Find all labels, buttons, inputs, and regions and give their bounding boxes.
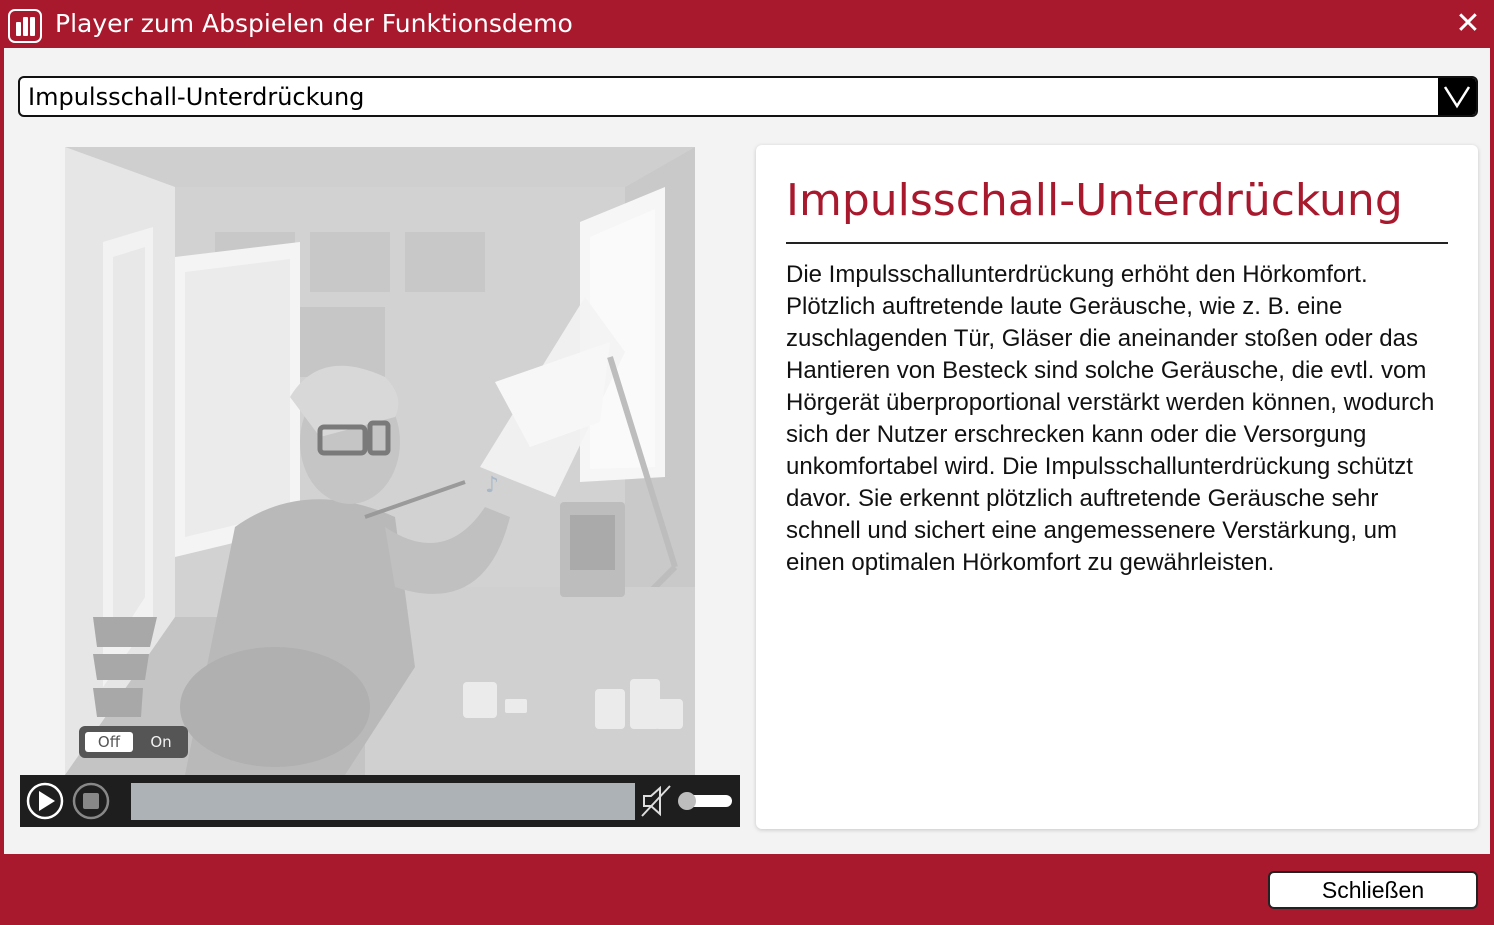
playback-progress-bar[interactable] xyxy=(131,783,635,820)
close-button[interactable]: Schließen xyxy=(1268,871,1478,909)
feature-info-card: Impulsschall-Unterdrückung Die Impulssch… xyxy=(756,145,1478,829)
media-player-bar xyxy=(20,775,740,827)
window-title: Player zum Abspielen der Funktionsdemo xyxy=(55,9,573,38)
feature-heading: Impulsschall-Unterdrückung xyxy=(786,175,1403,226)
impulse-toggle[interactable]: Off On xyxy=(79,726,188,758)
feature-select[interactable]: Impulsschall-Unterdrückung xyxy=(18,76,1478,117)
bar-chart-icon xyxy=(8,9,42,43)
play-icon[interactable] xyxy=(26,782,64,820)
content-area: Impulsschall-Unterdrückung ♪ Off On Impu… xyxy=(4,48,1490,854)
toggle-on-option[interactable]: On xyxy=(139,732,183,752)
close-icon[interactable]: ✕ xyxy=(1454,8,1482,40)
player-window: Player zum Abspielen der Funktionsdemo ✕… xyxy=(0,0,1494,925)
feature-description: Die Impulsschallunterdrückung erhöht den… xyxy=(786,261,1435,576)
stop-icon[interactable] xyxy=(72,782,110,820)
title-bar: Player zum Abspielen der Funktionsdemo ✕ xyxy=(0,0,1494,48)
footer-bar: Schließen xyxy=(0,854,1494,925)
volume-slider[interactable] xyxy=(678,792,732,810)
svg-text:♪: ♪ xyxy=(485,473,499,498)
heading-divider xyxy=(786,242,1448,244)
speaker-muted-icon[interactable] xyxy=(640,782,674,820)
volume-slider-handle[interactable] xyxy=(678,792,696,810)
feature-select-value: Impulsschall-Unterdrückung xyxy=(28,83,365,111)
toggle-off-option[interactable]: Off xyxy=(85,732,133,752)
chevron-down-icon[interactable] xyxy=(1438,78,1476,115)
demo-illustration: ♪ xyxy=(65,147,695,775)
